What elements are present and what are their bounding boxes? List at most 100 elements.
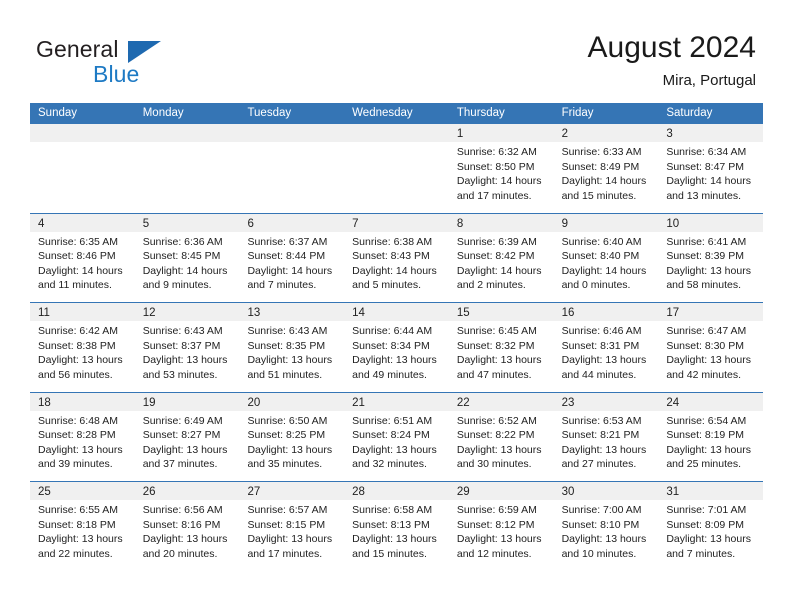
day-number: 31 xyxy=(666,486,680,498)
day-number: 3 xyxy=(666,128,673,140)
day-detail-line: Sunrise: 7:00 AM xyxy=(561,504,642,516)
blue-triangle-icon xyxy=(128,41,161,63)
day-detail-line: Daylight: 13 hours xyxy=(666,533,751,546)
calendar-cell-empty xyxy=(30,124,135,213)
calendar-day-cell[interactable]: 7 Sunrise: 6:38 AM Sunset: 8:43 PM Daylight… xyxy=(344,213,449,302)
calendar-day-cell[interactable]: 10 Sunrise: 6:41 AM Sunset: 8:39 PM Dayligh… xyxy=(658,213,764,302)
day-detail-line: Daylight: 13 hours xyxy=(561,533,647,546)
day-detail-line: Sunrise: 6:42 AM xyxy=(38,325,118,337)
day-number-band: 10 xyxy=(658,213,764,232)
calendar-day-cell[interactable]: 17 Sunrise: 6:47 AM Sunset: 8:30 PM Dayligh… xyxy=(658,303,764,392)
calendar-week-row: 4 Sunrise: 6:35 AM Sunset: 8:46 PM Daylight… xyxy=(30,212,764,302)
calendar-day-cell[interactable]: 24 Sunrise: 6:54 AM Sunset: 8:19 PM Dayligh… xyxy=(658,392,764,481)
day-detail-line: and 7 minutes. xyxy=(666,547,736,560)
calendar-cell-empty xyxy=(134,124,240,213)
calendar-day-cell[interactable]: 3 Sunrise: 6:34 AM Sunset: 8:47 PM Daylight… xyxy=(658,124,764,213)
day-number: 15 xyxy=(456,307,470,319)
day-number: 5 xyxy=(142,217,150,230)
day-number-band: 27 xyxy=(239,482,345,500)
day-detail-line: Sunrise: 6:41 AM xyxy=(666,235,747,248)
calendar-day-cell[interactable]: 2 Sunrise: 6:33 AM Sunset: 8:49 PM Daylight… xyxy=(553,124,659,213)
day-detail-line: Daylight: 14 hours xyxy=(142,264,228,277)
day-number-band: 19 xyxy=(134,392,240,411)
day-number: 13 xyxy=(247,307,261,319)
day-details: Sunrise: 6:48 AM Sunset: 8:28 PM Daylight:… xyxy=(30,411,135,472)
calendar-day-cell[interactable]: 9 Sunrise: 6:40 AM Sunset: 8:40 PM Daylight… xyxy=(553,213,659,302)
day-details: Sunrise: 6:47 AM Sunset: 8:30 PM Daylight:… xyxy=(658,321,763,382)
calendar-day-cell[interactable]: 23 Sunrise: 6:53 AM Sunset: 8:21 PM Dayligh… xyxy=(553,392,659,481)
day-detail-line: Daylight: 13 hours xyxy=(666,264,751,277)
day-details: Sunrise: 6:49 AM Sunset: 8:27 PM Daylight:… xyxy=(135,411,240,472)
calendar-day-cell[interactable]: 12 Sunrise: 6:43 AM Sunset: 8:37 PM Dayligh… xyxy=(134,303,240,392)
day-number: 19 xyxy=(142,396,156,409)
day-details: Sunrise: 6:56 AM Sunset: 8:16 PM Daylight:… xyxy=(135,500,240,561)
calendar-day-cell[interactable]: 11 Sunrise: 6:42 AM Sunset: 8:38 PM Dayligh… xyxy=(30,303,135,392)
day-detail-line: Sunrise: 6:39 AM xyxy=(456,235,537,248)
calendar-day-cell[interactable]: 21 Sunrise: 6:51 AM Sunset: 8:24 PM Dayligh… xyxy=(344,392,449,481)
logo[interactable]: General Blue xyxy=(36,36,216,92)
calendar-day-cell[interactable]: 18 Sunrise: 6:48 AM Sunset: 8:28 PM Dayligh… xyxy=(30,392,135,481)
day-detail-line: Sunset: 8:37 PM xyxy=(142,339,221,352)
day-detail-line: and 0 minutes. xyxy=(561,279,631,292)
day-detail-line: and 30 minutes. xyxy=(456,458,532,471)
day-detail-line: Daylight: 14 hours xyxy=(561,175,647,188)
page-subtitle-location: Mira, Portugal xyxy=(662,72,756,89)
calendar-day-cell[interactable]: 29 Sunrise: 6:59 AM Sunset: 8:12 PM Dayligh… xyxy=(448,482,554,571)
day-number: 22 xyxy=(456,396,470,409)
day-detail-line: Daylight: 13 hours xyxy=(38,443,123,456)
day-detail-line: and 15 minutes. xyxy=(561,189,637,202)
calendar-day-cell[interactable]: 20 Sunrise: 6:50 AM Sunset: 8:25 PM Dayligh… xyxy=(239,392,345,481)
day-detail-line: Daylight: 14 hours xyxy=(247,264,333,277)
calendar-day-cell[interactable]: 1 Sunrise: 6:32 AM Sunset: 8:50 PM Daylight… xyxy=(448,124,554,213)
day-number-band: 15 xyxy=(448,303,554,321)
day-number: 7 xyxy=(352,217,359,230)
day-details: Sunrise: 6:44 AM Sunset: 8:34 PM Daylight:… xyxy=(344,321,449,382)
calendar-day-cell[interactable]: 28 Sunrise: 6:58 AM Sunset: 8:13 PM Dayligh… xyxy=(344,482,449,571)
day-number: 23 xyxy=(561,396,575,409)
day-detail-line: Sunset: 8:22 PM xyxy=(456,429,535,442)
day-detail-line: Sunset: 8:44 PM xyxy=(247,250,326,263)
calendar-day-cell[interactable]: 26 Sunrise: 6:56 AM Sunset: 8:16 PM Dayligh… xyxy=(134,482,240,571)
day-number: 10 xyxy=(666,217,680,230)
day-detail-line: Daylight: 13 hours xyxy=(561,354,647,367)
calendar-day-cell[interactable]: 22 Sunrise: 6:52 AM Sunset: 8:22 PM Dayligh… xyxy=(448,392,554,481)
day-detail-line: Daylight: 14 hours xyxy=(666,175,751,188)
day-detail-line: Sunset: 8:21 PM xyxy=(561,429,640,442)
calendar-week-row: 1 Sunrise: 6:32 AM Sunset: 8:50 PM Daylight… xyxy=(30,124,764,213)
day-detail-line: Daylight: 13 hours xyxy=(666,354,751,367)
day-detail-line: Daylight: 13 hours xyxy=(666,443,751,456)
calendar-day-cell[interactable]: 31 Sunrise: 7:01 AM Sunset: 8:09 PM Dayligh… xyxy=(658,482,764,571)
calendar-day-cell[interactable]: 15 Sunrise: 6:45 AM Sunset: 8:32 PM Dayligh… xyxy=(448,303,554,392)
page-title: August 2024 xyxy=(587,31,756,64)
day-details: Sunrise: 7:01 AM Sunset: 8:09 PM Daylight:… xyxy=(658,500,763,561)
calendar-day-cell[interactable]: 6 Sunrise: 6:37 AM Sunset: 8:44 PM Daylight… xyxy=(239,213,345,302)
calendar-day-cell[interactable]: 8 Sunrise: 6:39 AM Sunset: 8:42 PM Daylight… xyxy=(448,213,554,302)
day-number-band xyxy=(30,124,135,142)
day-detail-line: and 39 minutes. xyxy=(38,458,113,471)
day-detail-line: Sunset: 8:30 PM xyxy=(666,339,744,352)
day-detail-line: Daylight: 13 hours xyxy=(456,533,542,546)
day-number-band: 12 xyxy=(134,303,240,321)
day-details: Sunrise: 6:39 AM Sunset: 8:42 PM Daylight:… xyxy=(449,232,554,293)
weekday-header-monday: Monday xyxy=(142,107,184,119)
calendar-day-cell[interactable]: 5 Sunrise: 6:36 AM Sunset: 8:45 PM Daylight… xyxy=(134,213,240,302)
day-detail-line: Sunrise: 6:33 AM xyxy=(561,146,642,158)
calendar-day-cell[interactable]: 4 Sunrise: 6:35 AM Sunset: 8:46 PM Daylight… xyxy=(30,213,135,302)
calendar-day-cell[interactable]: 30 Sunrise: 7:00 AM Sunset: 8:10 PM Dayligh… xyxy=(553,482,659,571)
day-number-band: 31 xyxy=(658,482,764,500)
calendar-day-cell[interactable]: 27 Sunrise: 6:57 AM Sunset: 8:15 PM Dayligh… xyxy=(239,482,345,571)
day-number: 1 xyxy=(456,128,464,140)
day-number-band: 28 xyxy=(344,482,449,500)
day-detail-line: Sunrise: 6:36 AM xyxy=(142,235,223,248)
day-detail-line: Sunrise: 6:52 AM xyxy=(456,414,537,427)
calendar-day-cell[interactable]: 13 Sunrise: 6:43 AM Sunset: 8:35 PM Dayligh… xyxy=(239,303,345,392)
day-details: Sunrise: 6:37 AM Sunset: 8:44 PM Daylight:… xyxy=(239,232,344,293)
calendar-day-cell[interactable]: 19 Sunrise: 6:49 AM Sunset: 8:27 PM Dayligh… xyxy=(134,392,240,481)
day-detail-line: Sunset: 8:16 PM xyxy=(142,518,221,531)
calendar-day-cell[interactable]: 25 Sunrise: 6:55 AM Sunset: 8:18 PM Dayligh… xyxy=(30,482,135,571)
calendar-day-cell[interactable]: 14 Sunrise: 6:44 AM Sunset: 8:34 PM Dayligh… xyxy=(344,303,449,392)
day-detail-line: Daylight: 14 hours xyxy=(456,264,542,277)
day-detail-line: Sunset: 8:40 PM xyxy=(561,250,640,263)
calendar-day-cell[interactable]: 16 Sunrise: 6:46 AM Sunset: 8:31 PM Dayligh… xyxy=(553,303,659,392)
day-detail-line: and 51 minutes. xyxy=(247,368,323,381)
